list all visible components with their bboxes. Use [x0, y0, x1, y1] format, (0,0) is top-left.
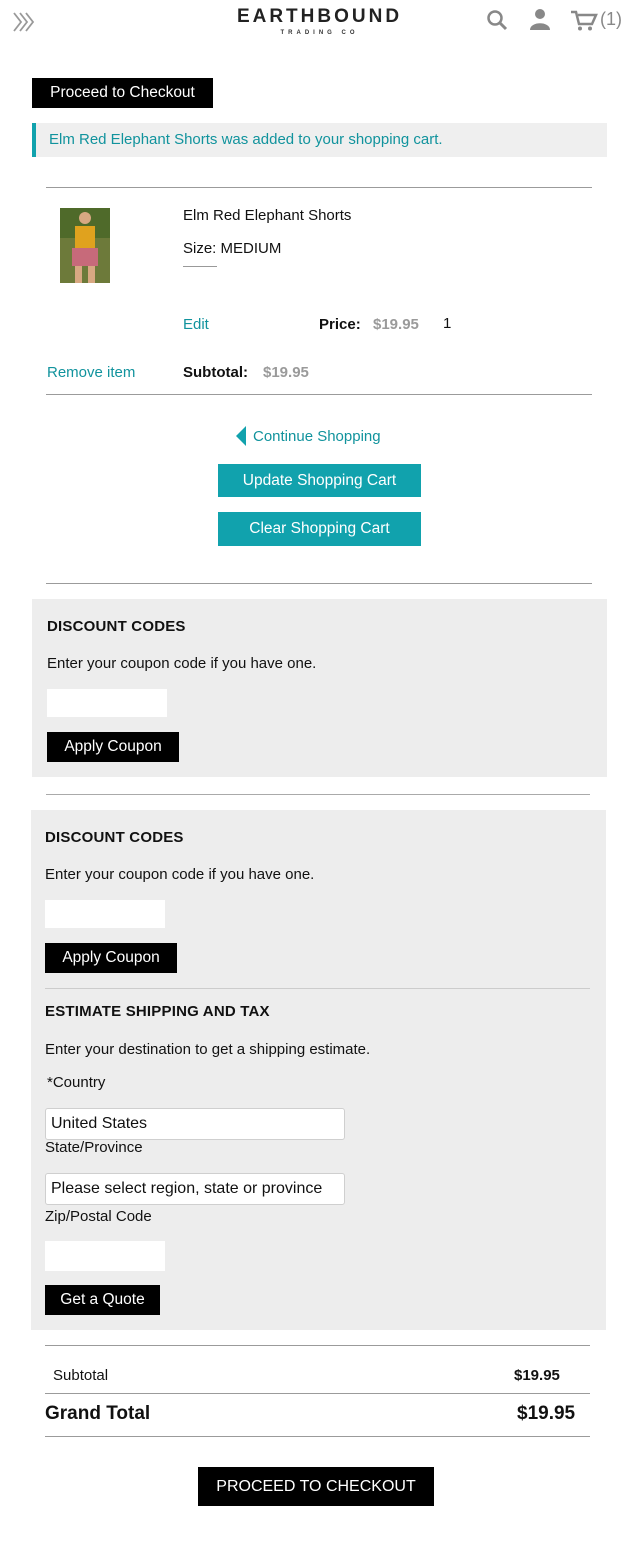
cart-icon[interactable]: [570, 10, 598, 32]
discount-description: Enter your coupon code if you have one.: [47, 655, 317, 672]
coupon-input[interactable]: [47, 689, 167, 717]
search-icon[interactable]: [486, 9, 508, 31]
added-to-cart-notice: Elm Red Elephant Shorts was added to you…: [32, 123, 607, 157]
discount-description: Enter your coupon code if you have one.: [45, 866, 315, 883]
divider: [45, 1436, 590, 1437]
item-price: $19.95: [373, 316, 419, 333]
price-label: Price:: [319, 316, 361, 333]
apply-coupon-button[interactable]: Apply Coupon: [45, 943, 177, 973]
divider: [46, 583, 592, 584]
divider: [46, 187, 592, 188]
totals-subtotal-label: Subtotal: [53, 1367, 109, 1384]
state-select[interactable]: Please select region, state or province: [45, 1173, 345, 1205]
country-select[interactable]: United States: [45, 1108, 345, 1140]
discount-title: DISCOUNT CODES: [47, 618, 186, 635]
apply-coupon-button[interactable]: Apply Coupon: [47, 732, 179, 762]
caret-left-icon: [236, 426, 246, 446]
continue-shopping-label: Continue Shopping: [253, 427, 381, 445]
proceed-to-checkout-button[interactable]: Proceed to Checkout: [32, 78, 213, 108]
zip-label: Zip/Postal Code: [45, 1208, 152, 1225]
product-thumbnail[interactable]: [60, 208, 110, 283]
grand-total-label: Grand Total: [45, 1403, 151, 1424]
continue-shopping-link[interactable]: Continue Shopping: [236, 426, 381, 446]
item-subtotal: $19.95: [263, 364, 309, 381]
remove-item-link[interactable]: Remove item: [47, 364, 135, 381]
logo-subtitle: TRADING CO: [280, 30, 359, 36]
divider: [46, 794, 590, 795]
divider: [45, 988, 590, 989]
country-label: *Country: [47, 1074, 106, 1091]
cart-count[interactable]: (1): [600, 9, 622, 30]
product-size: Size: MEDIUM: [183, 240, 282, 257]
clear-cart-button[interactable]: Clear Shopping Cart: [218, 512, 421, 546]
item-quantity[interactable]: 1: [443, 315, 451, 332]
get-quote-button[interactable]: Get a Quote: [45, 1285, 160, 1315]
account-icon[interactable]: [529, 8, 551, 30]
proceed-to-checkout-bottom-button[interactable]: PROCEED TO CHECKOUT: [198, 1467, 434, 1506]
discount-title: DISCOUNT CODES: [45, 829, 184, 846]
shipping-title: ESTIMATE SHIPPING AND TAX: [45, 1003, 270, 1020]
update-cart-button[interactable]: Update Shopping Cart: [218, 464, 421, 497]
product-name[interactable]: Elm Red Elephant Shorts: [183, 207, 351, 224]
size-underline: [183, 266, 217, 267]
divider: [45, 1345, 590, 1346]
divider: [46, 394, 592, 395]
grand-total-value: $19.95: [517, 1403, 576, 1424]
shipping-description: Enter your destination to get a shipping…: [45, 1041, 371, 1058]
state-label: State/Province: [45, 1139, 143, 1156]
divider: [45, 1393, 590, 1394]
totals-subtotal-value: $19.95: [514, 1367, 560, 1384]
edit-link[interactable]: Edit: [183, 316, 209, 333]
subtotal-label: Subtotal:: [183, 364, 248, 381]
coupon-input[interactable]: [45, 900, 165, 928]
zip-input[interactable]: [45, 1241, 165, 1271]
